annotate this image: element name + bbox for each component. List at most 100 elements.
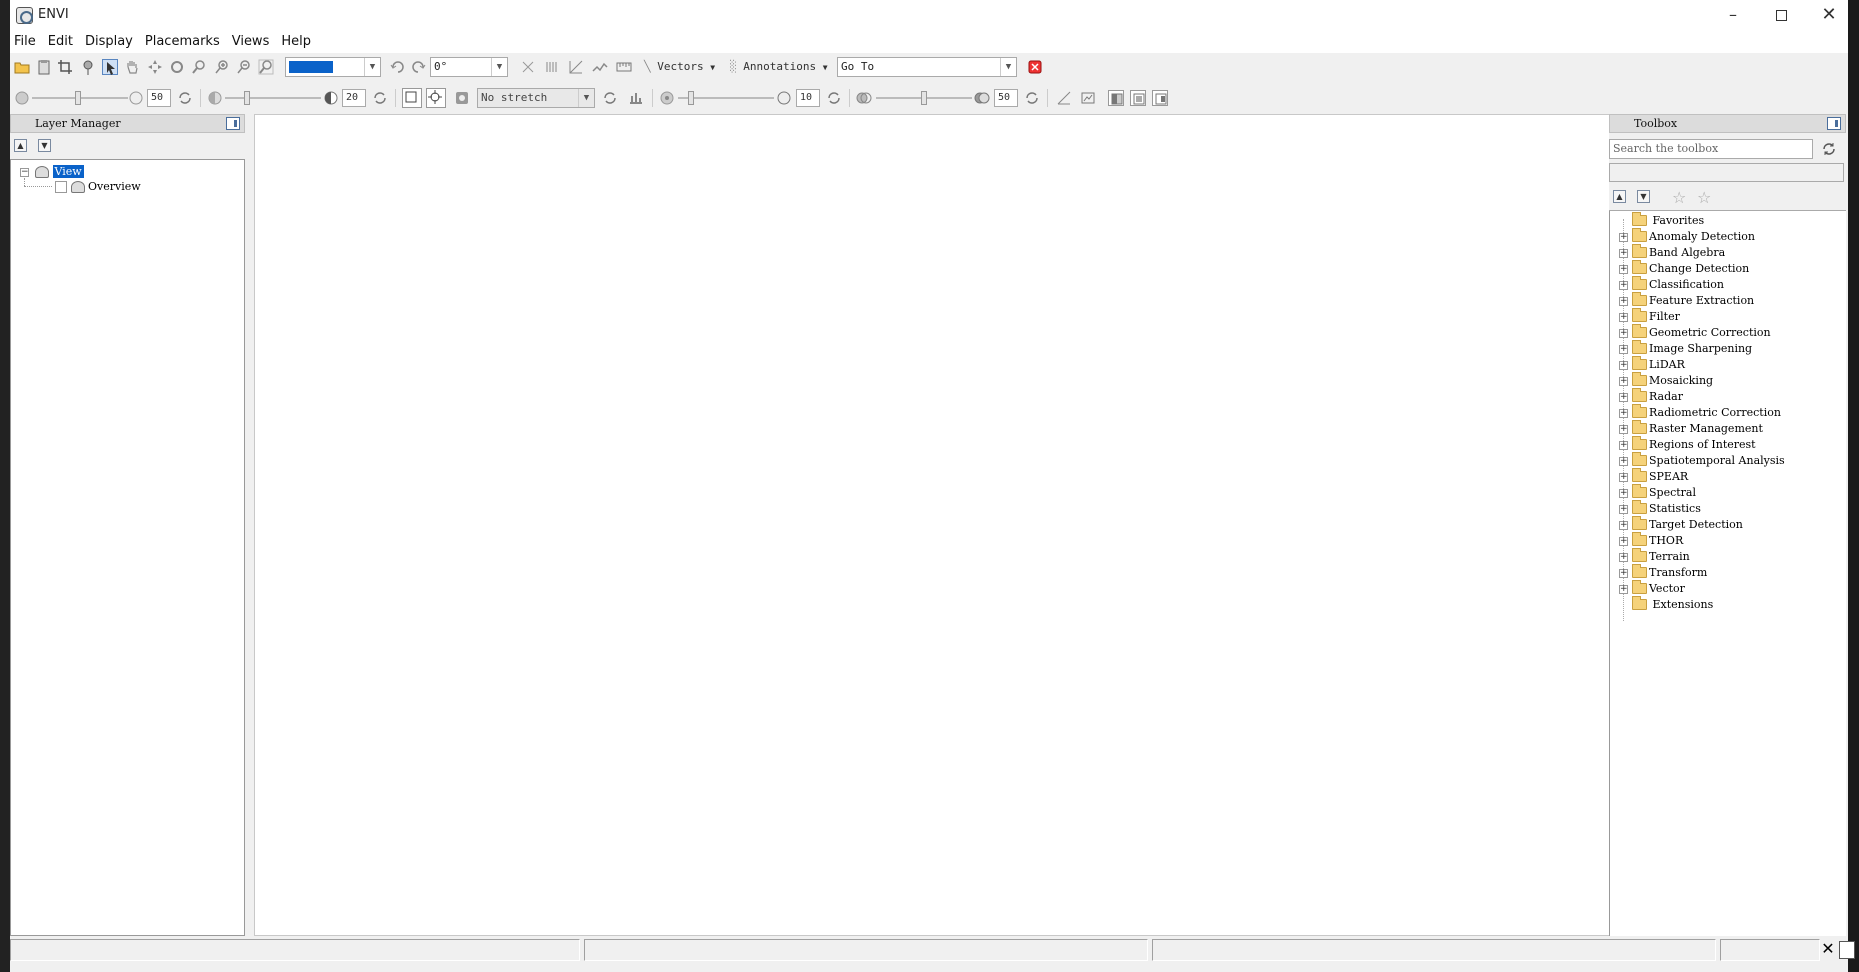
expand-plus-icon[interactable]: + (1619, 377, 1628, 386)
expand-plus-icon[interactable]: + (1619, 297, 1628, 306)
refresh-icon[interactable] (1821, 141, 1837, 157)
collapse-up-icon[interactable]: ▲ (14, 139, 27, 152)
expand-plus-icon[interactable]: + (1619, 537, 1628, 546)
image-view-canvas[interactable] (254, 114, 1614, 936)
toolbox-category-item[interactable]: Image Sharpening (1632, 339, 1752, 357)
measure-icon[interactable] (616, 59, 632, 75)
exit-icon[interactable] (1027, 59, 1043, 75)
reset-stretch-icon[interactable] (602, 90, 618, 106)
pan-hand-icon[interactable] (124, 59, 140, 75)
toolbox-category-item[interactable]: Raster Management (1632, 419, 1763, 437)
zoom-in-icon[interactable] (214, 59, 230, 75)
toolbox-category-item[interactable]: Classification (1632, 275, 1724, 293)
toolbox-category-item[interactable]: Geometric Correction (1632, 323, 1771, 341)
sharpen-slider[interactable] (678, 91, 774, 105)
expand-down-icon[interactable]: ▼ (38, 139, 51, 152)
expand-plus-icon[interactable]: + (1619, 585, 1628, 594)
remove-favorite-icon[interactable]: ☆ (1697, 188, 1711, 207)
expand-plus-icon[interactable]: + (1619, 329, 1628, 338)
goto-combo[interactable]: Go To ▼ (837, 57, 1017, 77)
menu-display[interactable]: Display (79, 31, 139, 49)
reset-contrast-icon[interactable] (372, 90, 388, 106)
brightness-slider[interactable] (32, 91, 128, 105)
toolbox-search-input[interactable]: Search the toolbox (1609, 139, 1813, 159)
layer-item-overview[interactable]: Overview (55, 179, 141, 195)
toolbox-extensions[interactable]: Extensions (1632, 595, 1713, 613)
pin-icon[interactable] (80, 59, 96, 75)
profile-icon[interactable] (592, 59, 608, 75)
contrast-value[interactable]: 20 (342, 89, 366, 107)
toolbox-category-item[interactable]: Radiometric Correction (1632, 403, 1781, 421)
expand-plus-icon[interactable]: + (1619, 345, 1628, 354)
layer-item-view[interactable]: View (35, 164, 84, 180)
menu-views[interactable]: Views (226, 31, 276, 49)
stretch-roi-icon[interactable] (402, 88, 422, 108)
swipe-icon[interactable] (1056, 90, 1072, 106)
dock-icon[interactable] (1827, 117, 1841, 130)
zoom-icon[interactable] (191, 59, 207, 75)
portal-icon[interactable] (544, 59, 560, 75)
expand-plus-icon[interactable]: + (1619, 233, 1628, 242)
transparency-slider[interactable] (876, 91, 972, 105)
collapse-icon[interactable]: − (20, 168, 29, 177)
toolbox-category-item[interactable]: Mosaicking (1632, 371, 1713, 389)
transparency-slider-knob[interactable] (921, 91, 927, 105)
expand-plus-icon[interactable]: + (1619, 361, 1628, 370)
process-manager-icon[interactable] (1839, 941, 1855, 959)
fly-icon[interactable] (147, 59, 163, 75)
blend-icon[interactable] (1108, 90, 1124, 106)
minimize-button[interactable]: – (1710, 0, 1756, 31)
stretch-view-icon[interactable] (426, 88, 446, 108)
contrast-slider[interactable] (225, 91, 321, 105)
stretch-type-icon[interactable] (454, 90, 470, 106)
expand-plus-icon[interactable]: + (1619, 505, 1628, 514)
brightness-slider-knob[interactable] (75, 91, 81, 105)
expand-plus-icon[interactable]: + (1619, 569, 1628, 578)
rotate-right-icon[interactable] (410, 59, 426, 75)
zoom-combo[interactable]: ▼ (285, 57, 381, 77)
transparency-value[interactable]: 50 (994, 89, 1018, 107)
expand-plus-icon[interactable]: + (1619, 457, 1628, 466)
toolbox-category-item[interactable]: Spatiotemporal Analysis (1632, 451, 1785, 469)
expand-plus-icon[interactable]: + (1619, 473, 1628, 482)
menu-placemarks[interactable]: Placemarks (139, 31, 226, 49)
menu-edit[interactable]: Edit (42, 31, 79, 49)
expand-plus-icon[interactable]: + (1619, 265, 1628, 274)
expand-plus-icon[interactable]: + (1619, 393, 1628, 402)
open-folder-icon[interactable] (14, 59, 30, 75)
crosshair-icon[interactable] (568, 59, 584, 75)
toolbox-category-item[interactable]: Transform (1632, 563, 1707, 581)
rotate-icon[interactable] (169, 59, 185, 75)
vectors-dropdown[interactable]: ╲ Vectors ▼ (644, 58, 715, 76)
toolbox-category-item[interactable]: Feature Extraction (1632, 291, 1754, 309)
expand-plus-icon[interactable]: + (1619, 489, 1628, 498)
menu-help[interactable]: Help (275, 31, 317, 49)
toolbox-category-item[interactable]: Band Algebra (1632, 243, 1725, 261)
contrast-slider-knob[interactable] (244, 91, 250, 105)
expand-plus-icon[interactable]: + (1619, 441, 1628, 450)
crop-icon[interactable] (57, 59, 73, 75)
expand-plus-icon[interactable]: + (1619, 521, 1628, 530)
dock-icon[interactable] (226, 117, 240, 130)
cursor-value-icon[interactable] (520, 59, 536, 75)
toolbox-category-item[interactable]: Statistics (1632, 499, 1701, 517)
add-favorite-icon[interactable]: ☆ (1672, 188, 1686, 207)
collapse-up-icon[interactable]: ▲ (1613, 190, 1626, 203)
toolbox-category-item[interactable]: Anomaly Detection (1632, 227, 1755, 245)
toolbox-category-item[interactable]: Change Detection (1632, 259, 1749, 277)
toolbox-category-item[interactable]: Spectral (1632, 483, 1696, 501)
zoom-full-icon[interactable] (258, 59, 274, 75)
flicker-icon[interactable] (1080, 90, 1096, 106)
expand-plus-icon[interactable]: + (1619, 409, 1628, 418)
close-window-button[interactable]: ✕ (1806, 0, 1852, 31)
sharpen-value[interactable]: 10 (796, 89, 820, 107)
data-manager-icon[interactable] (36, 59, 52, 75)
reset-brightness-icon[interactable] (177, 90, 193, 106)
brightness-value[interactable]: 50 (147, 89, 171, 107)
select-arrow-icon[interactable] (102, 59, 118, 75)
histogram-icon[interactable] (628, 90, 644, 106)
expand-plus-icon[interactable]: + (1619, 281, 1628, 290)
expand-plus-icon[interactable]: + (1619, 553, 1628, 562)
zoom-out-icon[interactable] (236, 59, 252, 75)
stretch-combo[interactable]: No stretch ▼ (477, 88, 595, 108)
